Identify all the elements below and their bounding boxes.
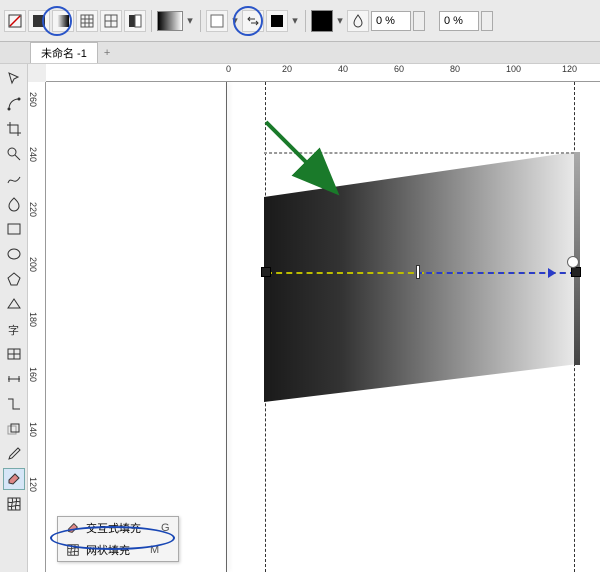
solid-fill-button[interactable] [28, 10, 50, 32]
end-color-dropdown[interactable]: ▾ [335, 10, 345, 32]
gradient-start-handle[interactable] [261, 267, 271, 277]
gradient-preview[interactable] [157, 11, 183, 31]
interactive-fill-key: G [161, 522, 170, 534]
mesh-fill-key: M [150, 544, 159, 556]
ruler-tick: 260 [28, 92, 38, 107]
freehand-tool[interactable] [3, 168, 25, 190]
ruler-tick: 100 [506, 64, 521, 74]
zoom-tool[interactable] [3, 143, 25, 165]
separator [200, 10, 201, 32]
gradient-end-handle[interactable] [571, 267, 581, 277]
vertical-ruler: 260 240 220 200 180 160 140 120 [28, 82, 46, 572]
ruler-tick: 140 [28, 422, 38, 437]
selection-top [264, 152, 574, 154]
basic-shapes-tool[interactable] [3, 293, 25, 315]
tab-label: 未命名 -1 [41, 45, 87, 61]
mesh-fill-tool[interactable] [3, 493, 25, 515]
shape-tool[interactable] [3, 93, 25, 115]
start-color-dropdown[interactable]: ▾ [230, 10, 240, 32]
document-tab[interactable]: 未命名 -1 [30, 42, 98, 63]
end-color-black-button[interactable] [266, 10, 288, 32]
ruler-tick: 200 [28, 257, 38, 272]
ruler-tick: 20 [282, 64, 292, 74]
mesh-fill-label: 网状填充 [86, 542, 130, 558]
separator [305, 10, 306, 32]
table-tool[interactable] [3, 343, 25, 365]
ruler-tick: 120 [28, 477, 38, 492]
right-percent-field[interactable]: 0 % [439, 11, 479, 31]
end-color-swatch[interactable] [311, 10, 333, 32]
ruler-tick: 160 [28, 367, 38, 382]
grid-button-b[interactable] [100, 10, 122, 32]
ellipse-tool[interactable] [3, 243, 25, 265]
gradient-mid-handle[interactable] [416, 265, 420, 279]
gradient-dropdown[interactable]: ▾ [185, 10, 195, 32]
rectangle-tool[interactable] [3, 218, 25, 240]
ruler-tick: 80 [450, 64, 460, 74]
connector-tool[interactable] [3, 393, 25, 415]
ruler-tick: 60 [394, 64, 404, 74]
effects-tool[interactable] [3, 418, 25, 440]
left-percent-spinner[interactable] [413, 11, 425, 31]
two-color-button[interactable] [124, 10, 146, 32]
ruler-tick: 240 [28, 147, 38, 162]
interactive-fill-label: 交互式填充 [86, 520, 141, 536]
eyedropper-tool[interactable] [3, 443, 25, 465]
start-color-button[interactable] [206, 10, 228, 32]
separator [151, 10, 152, 32]
page-edge [226, 82, 227, 572]
ruler-tick: 40 [338, 64, 348, 74]
left-percent-field[interactable]: 0 % [371, 11, 411, 31]
ruler-tick: 180 [28, 312, 38, 327]
no-fill-button[interactable] [4, 10, 26, 32]
gradient-rotate-handle[interactable] [567, 256, 579, 268]
toolbox: 字 [0, 64, 28, 572]
gradient-direction-arrow [548, 268, 556, 278]
ruler-tick: 120 [562, 64, 577, 74]
linear-gradient-button[interactable] [52, 10, 74, 32]
interactive-fill-tool[interactable] [3, 468, 25, 490]
swap-colors-button[interactable] [242, 10, 264, 32]
canvas[interactable] [46, 82, 600, 572]
ruler-tick: 0 [226, 64, 231, 74]
new-tab-button[interactable]: + [104, 47, 110, 59]
ruler-tick: 220 [28, 202, 38, 217]
smart-fill-tool[interactable] [3, 193, 25, 215]
pick-tool[interactable] [3, 68, 25, 90]
interactive-fill-item[interactable]: 交互式填充 G [58, 517, 178, 539]
opacity-icon [347, 10, 369, 32]
polygon-tool[interactable] [3, 268, 25, 290]
svg-text:字: 字 [8, 323, 19, 337]
horizontal-ruler: 0 20 40 60 80 100 120 [46, 64, 600, 82]
dimension-tool[interactable] [3, 368, 25, 390]
text-tool[interactable]: 字 [3, 318, 25, 340]
grid-button-a[interactable] [76, 10, 98, 32]
crop-tool[interactable] [3, 118, 25, 140]
end-color-black-dropdown[interactable]: ▾ [290, 10, 300, 32]
right-percent-spinner[interactable] [481, 11, 493, 31]
fill-tool-flyout: 交互式填充 G 网状填充 M [57, 516, 179, 562]
mesh-fill-item[interactable]: 网状填充 M [58, 539, 178, 561]
